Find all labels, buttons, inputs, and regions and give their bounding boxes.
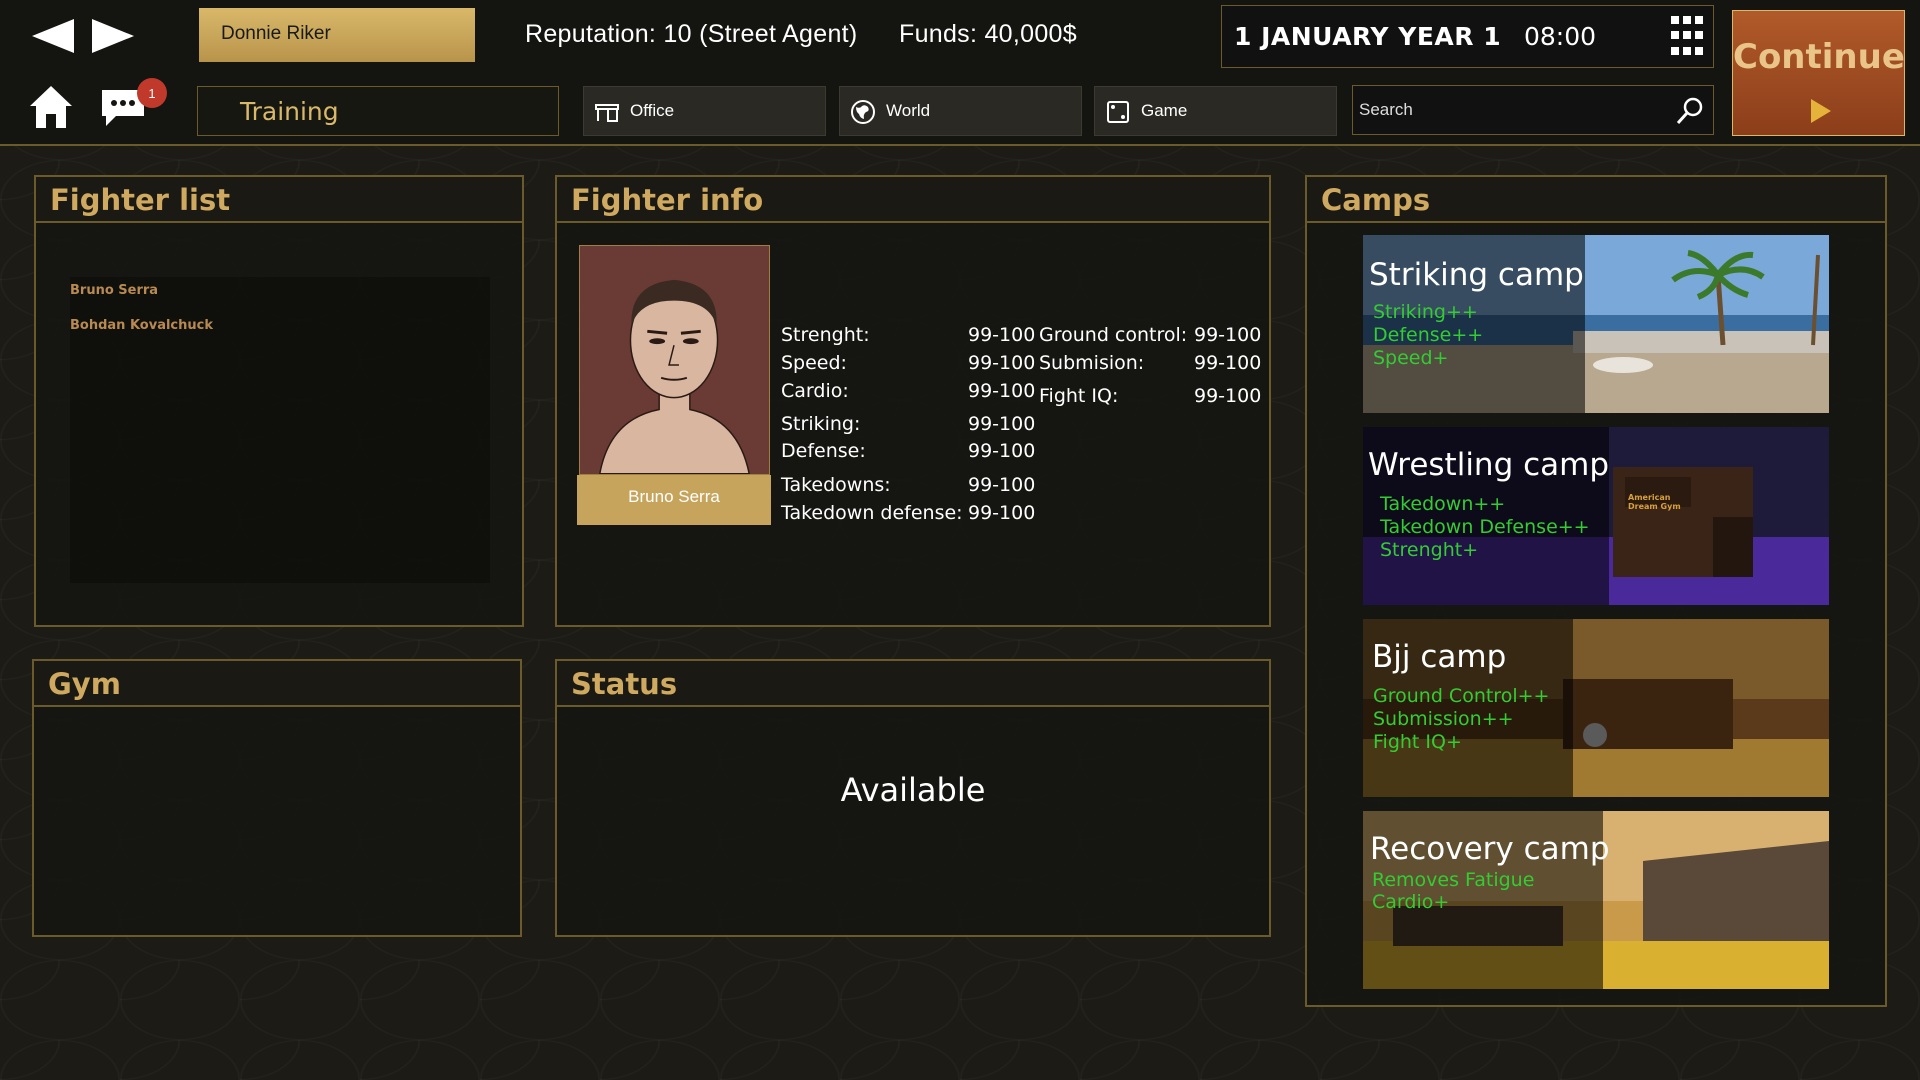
recovery-camp-card[interactable]: Recovery camp Removes Fatigue Cardio+ <box>1363 811 1829 989</box>
camps-title: Camps <box>1321 183 1431 217</box>
tab-game-label: Game <box>1141 101 1188 120</box>
list-item[interactable]: Bohdan Kovalchuck <box>70 318 213 333</box>
stat-value: 99-100 <box>968 380 1036 402</box>
stat-label: Speed: <box>781 352 847 374</box>
tab-training[interactable]: Training <box>197 86 559 136</box>
gym-header: Gym <box>34 661 520 707</box>
dice-icon <box>1107 101 1129 123</box>
camp-bonus: Ground Control++ <box>1373 685 1550 707</box>
camp-bonus: Speed+ <box>1373 347 1449 369</box>
tab-office-label: Office <box>630 101 675 120</box>
fighter-info-header: Fighter info <box>557 177 1269 223</box>
play-icon <box>1811 99 1831 123</box>
wrestling-camp-card[interactable]: American Dream Gym Wrestling camp Takedo… <box>1363 427 1829 605</box>
camp-bonus: Strenght+ <box>1380 539 1479 561</box>
stat-value: 99-100 <box>968 440 1036 462</box>
notification-badge: 1 <box>137 78 167 108</box>
stat-value: 99-100 <box>968 413 1036 435</box>
camps-panel: Camps Striking camp Striking++ Defense++… <box>1305 175 1887 1007</box>
camp-bonus: Defense++ <box>1373 324 1484 346</box>
user-name-button[interactable]: Donnie Riker <box>199 8 475 62</box>
stat-value: 99-100 <box>968 502 1036 524</box>
status-title: Status <box>571 667 678 701</box>
camp-bonus: Takedown++ <box>1380 493 1506 515</box>
fighter-name-plate: Bruno Serra <box>577 475 771 525</box>
stat-label: Cardio: <box>781 380 849 402</box>
stat-label: Takedowns: <box>781 474 891 496</box>
bjj-camp-card[interactable]: Bjj camp Ground Control++ Submission++ F… <box>1363 619 1829 797</box>
gym-title: Gym <box>48 667 121 701</box>
continue-label: Continue <box>1733 37 1905 77</box>
stat-value: 99-100 <box>1194 385 1262 407</box>
camp-title: Recovery camp <box>1370 831 1610 867</box>
camp-title: Bjj camp <box>1372 639 1507 675</box>
stat-label: Defense: <box>781 440 866 462</box>
stat-label: Fight IQ: <box>1039 385 1119 407</box>
camp-bonus: Striking++ <box>1373 301 1478 323</box>
reputation-label: Reputation: 10 (Street Agent) <box>525 20 858 48</box>
forward-arrow-icon[interactable] <box>88 14 138 58</box>
striking-camp-card[interactable]: Striking camp Striking++ Defense++ Speed… <box>1363 235 1829 413</box>
stat-value: 99-100 <box>968 352 1036 374</box>
camps-header: Camps <box>1307 177 1885 223</box>
tab-world-label: World <box>886 101 931 120</box>
stat-label: Strenght: <box>781 324 870 346</box>
continue-button[interactable]: Continue <box>1732 10 1905 136</box>
fighter-list-header: Fighter list <box>36 177 522 223</box>
list-item[interactable]: Bruno Serra <box>70 283 158 298</box>
status-panel: Status Available <box>555 659 1271 937</box>
date-time-box: 1 JANUARY YEAR 1 08:00 <box>1221 5 1714 68</box>
camp-title: Striking camp <box>1369 257 1584 293</box>
tab-office[interactable]: Office <box>583 86 826 136</box>
camp-bonus: Takedown Defense++ <box>1380 516 1590 538</box>
search-icon[interactable] <box>1675 96 1705 126</box>
funds-label: Funds: 40,000$ <box>899 20 1077 48</box>
time-label: 08:00 <box>1524 22 1597 51</box>
home-icon[interactable] <box>28 84 74 130</box>
fighter-list-panel: Fighter list Bruno Serra Bohdan Kovalchu… <box>34 175 524 627</box>
status-header: Status <box>557 661 1269 707</box>
stat-value: 99-100 <box>1194 352 1262 374</box>
stat-value: 99-100 <box>1194 324 1262 346</box>
date-label: 1 JANUARY YEAR 1 <box>1234 22 1502 51</box>
stat-label: Takedown defense: <box>781 502 963 524</box>
status-value: Available <box>840 771 986 809</box>
stat-label: Submision: <box>1039 352 1145 374</box>
stat-label: Ground control: <box>1039 324 1188 346</box>
fighter-portrait <box>579 245 770 475</box>
tab-training-label: Training <box>240 97 339 126</box>
camp-bonus: Fight IQ+ <box>1373 731 1462 753</box>
stat-value: 99-100 <box>968 324 1036 346</box>
tab-game[interactable]: Game <box>1094 86 1337 136</box>
camp-bonus: Cardio+ <box>1372 891 1450 913</box>
fighter-info-panel: Fighter info Bruno Serra Strenght: 99-10… <box>555 175 1271 627</box>
grid-menu-icon[interactable] <box>1671 16 1707 58</box>
search-box <box>1352 85 1714 135</box>
top-bar: Donnie Riker Reputation: 10 (Street Agen… <box>0 0 1920 146</box>
camp-bonus: Removes Fatigue <box>1372 869 1535 891</box>
search-input[interactable] <box>1359 94 1659 126</box>
fighter-list-title: Fighter list <box>50 183 231 217</box>
back-arrow-icon[interactable] <box>28 14 78 58</box>
globe-icon <box>851 100 875 124</box>
fighter-info-title: Fighter info <box>571 183 764 217</box>
camp-bonus: Submission++ <box>1373 708 1514 730</box>
gym-panel: Gym <box>32 659 522 937</box>
tab-world[interactable]: World <box>839 86 1082 136</box>
stat-value: 99-100 <box>968 474 1036 496</box>
gym-sign: American Dream Gym <box>1628 493 1681 511</box>
office-icon <box>595 104 619 122</box>
camp-title: Wrestling camp <box>1368 447 1610 483</box>
stat-label: Striking: <box>781 413 861 435</box>
